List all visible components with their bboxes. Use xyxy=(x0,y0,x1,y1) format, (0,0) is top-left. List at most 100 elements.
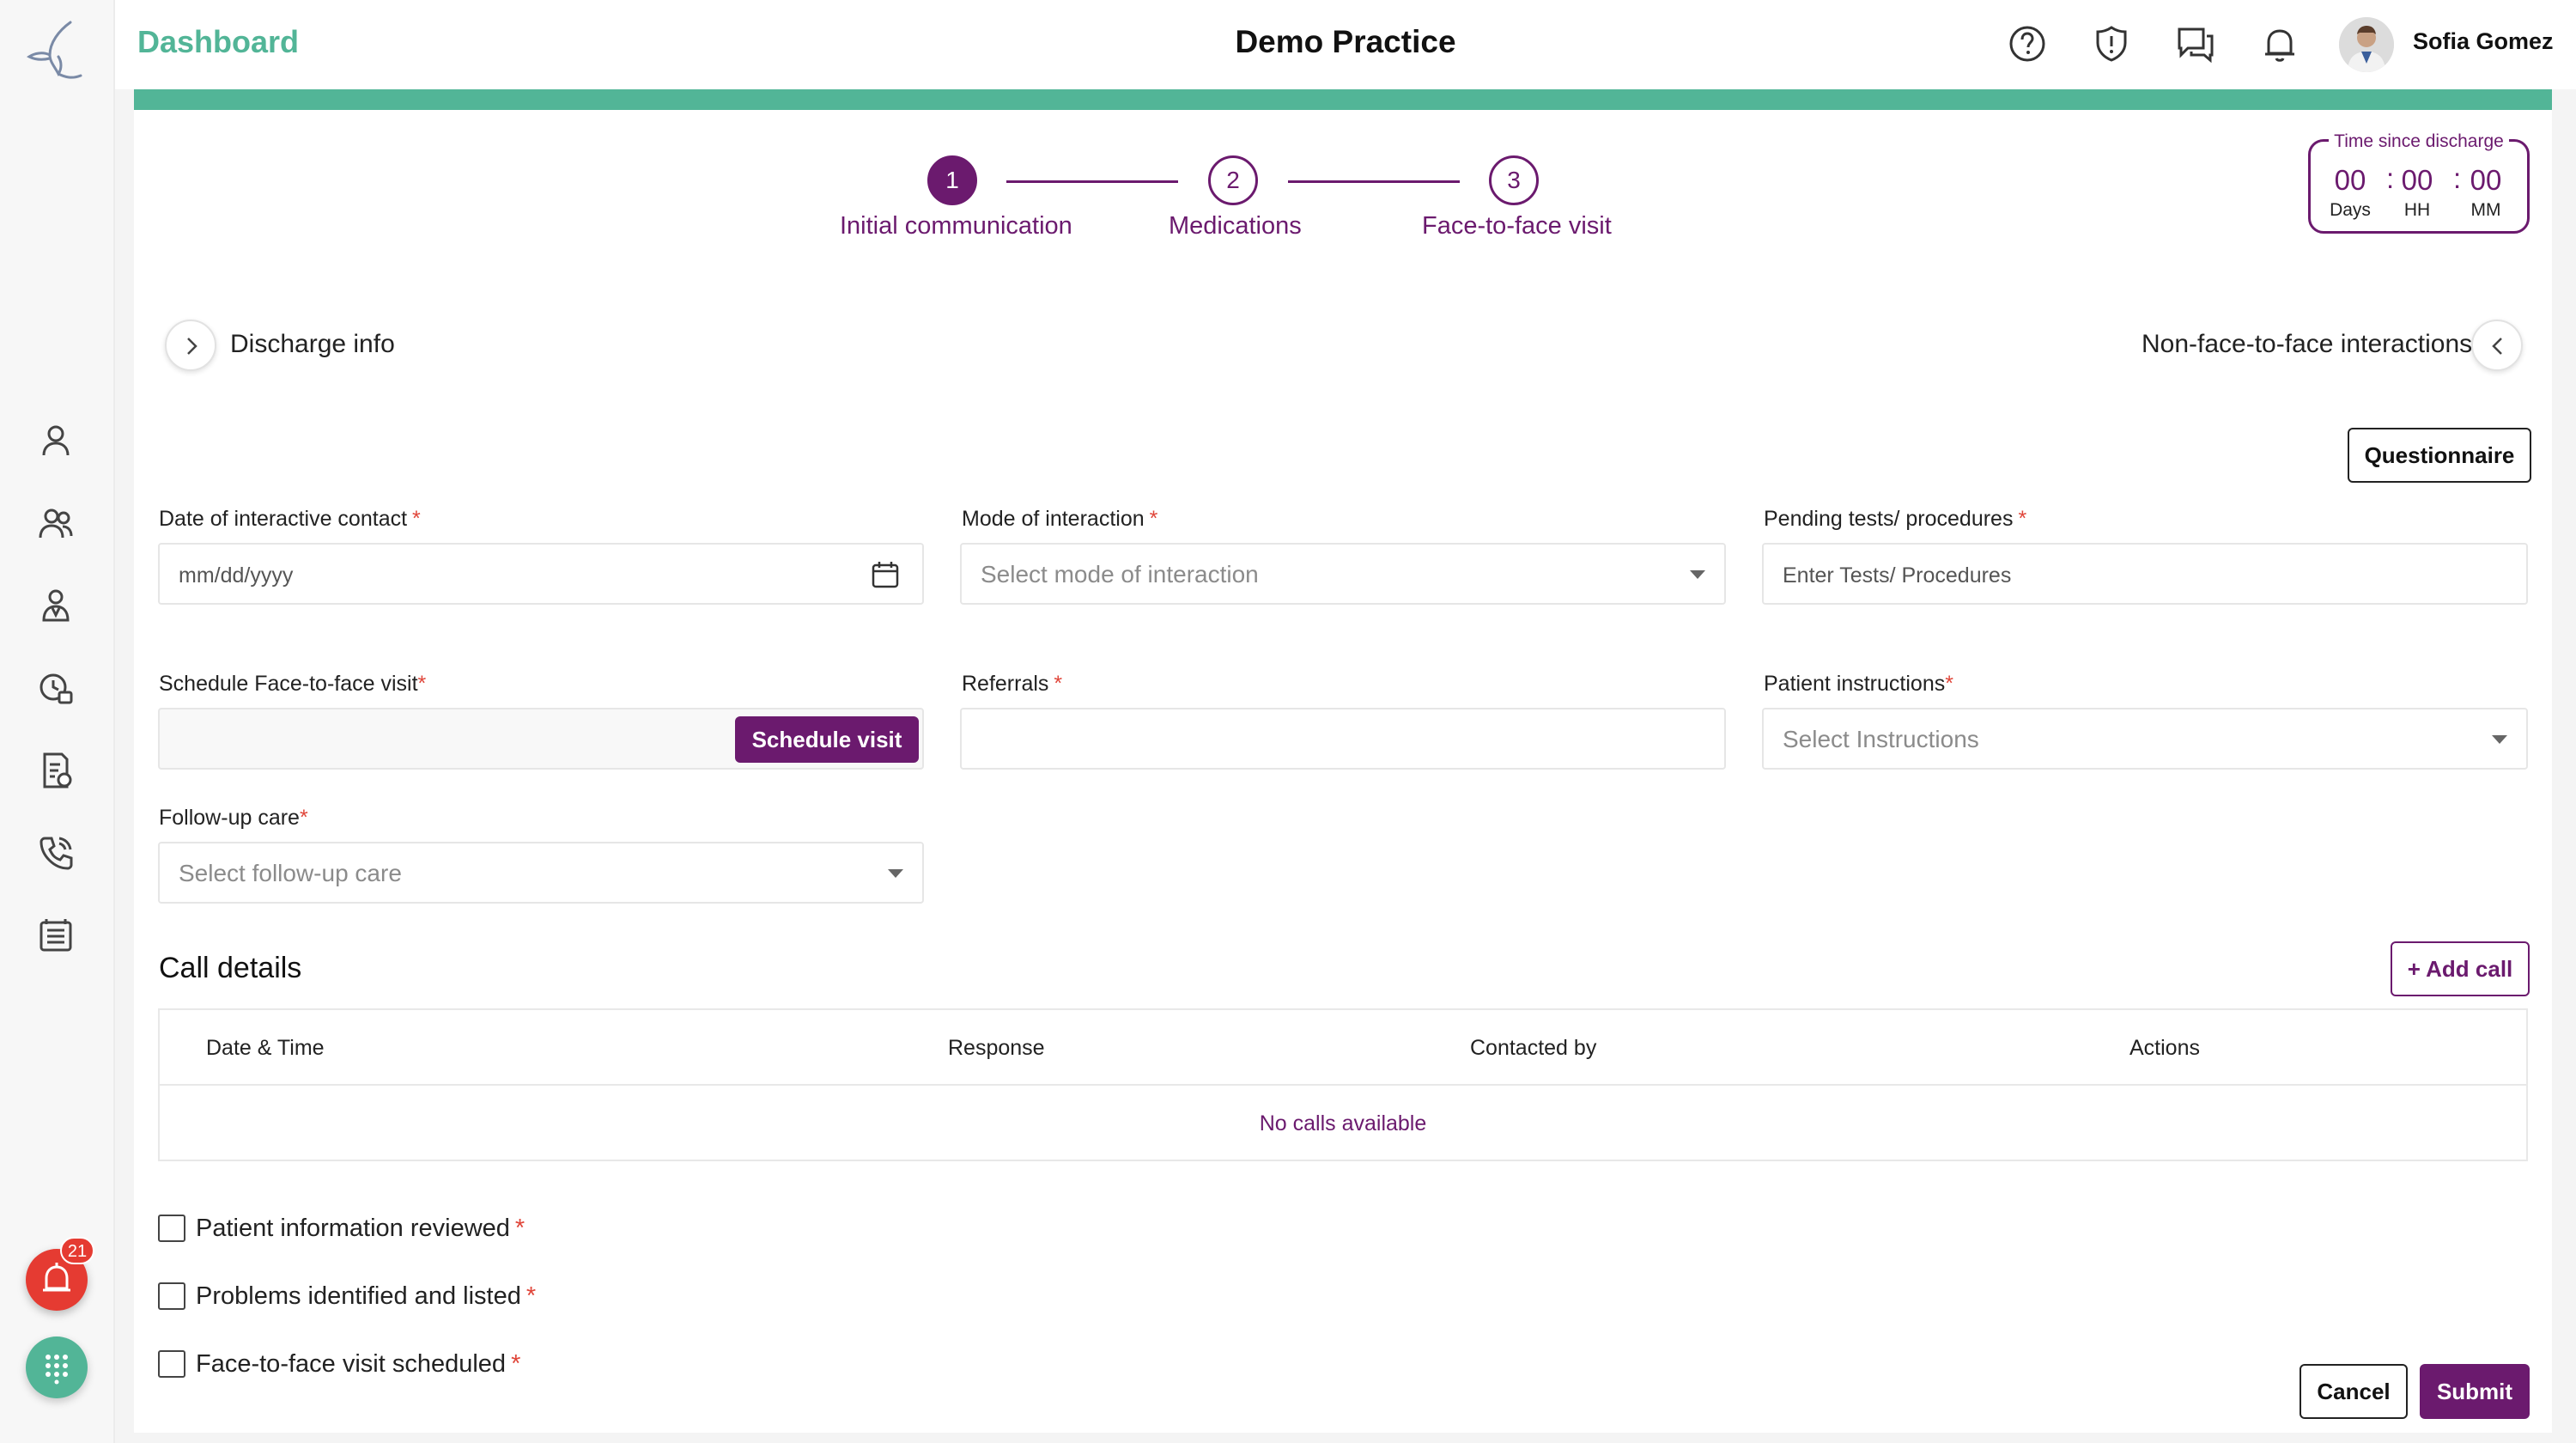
checklist-label: Problems identified and listed * xyxy=(196,1282,536,1311)
timer-hours: 00 xyxy=(2401,164,2433,196)
follow-up-care-label-text: Follow-up care xyxy=(159,806,300,830)
visit-scheduled-checkbox[interactable] xyxy=(158,1350,185,1378)
step-3-label[interactable]: Face-to-face visit xyxy=(1422,212,1612,240)
timer-minutes-label: MM xyxy=(2470,200,2501,220)
checklist-label: Patient information reviewed * xyxy=(196,1215,525,1243)
patients-group-icon[interactable] xyxy=(36,503,76,543)
required-mark: * xyxy=(2018,507,2027,531)
required-mark: * xyxy=(417,672,427,696)
date-contact-input[interactable]: mm/dd/yyyy xyxy=(158,543,924,605)
patient-instructions-label: Patient instructions* xyxy=(1764,672,1953,697)
add-call-button[interactable]: + Add call xyxy=(2391,941,2530,996)
follow-up-care-select[interactable]: Select follow-up care xyxy=(158,842,924,904)
non-face-to-face-label[interactable]: Non-face-to-face interactions xyxy=(2142,330,2472,359)
problems-identified-checkbox[interactable] xyxy=(158,1282,185,1310)
checklist-label-text: Problems identified and listed xyxy=(196,1282,521,1310)
tests-placeholder: Enter Tests/ Procedures xyxy=(1783,563,2012,588)
cancel-button[interactable]: Cancel xyxy=(2300,1364,2408,1419)
user-name[interactable]: Sofia Gomez xyxy=(2413,28,2554,55)
pending-tests-input[interactable]: Enter Tests/ Procedures xyxy=(1762,543,2528,605)
chevron-down-icon xyxy=(2492,735,2507,744)
step-2-label[interactable]: Medications xyxy=(1169,212,1302,240)
alarm-count-badge: 21 xyxy=(60,1237,94,1264)
chat-icon[interactable] xyxy=(2174,22,2217,65)
timer-days: 00 xyxy=(2334,164,2366,196)
phone-icon[interactable] xyxy=(36,833,76,873)
care-team-icon[interactable] xyxy=(36,586,76,625)
required-mark: * xyxy=(1149,507,1158,531)
reports-icon[interactable] xyxy=(36,916,76,955)
discharge-info-toggle[interactable] xyxy=(165,320,216,371)
call-details-title: Call details xyxy=(159,952,302,984)
column-header-contacted-by: Contacted by xyxy=(1470,1036,1597,1060)
bell-icon[interactable] xyxy=(2258,22,2301,65)
questionnaire-button[interactable]: Questionnaire xyxy=(2348,428,2531,483)
referrals-label: Referrals * xyxy=(962,672,1062,697)
column-header-response: Response xyxy=(948,1036,1045,1060)
dashboard-title[interactable]: Dashboard xyxy=(137,24,299,60)
mode-interaction-label: Mode of interaction * xyxy=(962,507,1157,532)
pending-tests-label: Pending tests/ procedures * xyxy=(1764,507,2026,532)
column-header-actions: Actions xyxy=(2129,1036,2200,1060)
referrals-input[interactable] xyxy=(960,708,1726,770)
app-logo-icon[interactable] xyxy=(24,17,91,86)
step-connector-1 xyxy=(1006,180,1178,183)
date-placeholder: mm/dd/yyyy xyxy=(179,563,294,588)
chevron-right-icon xyxy=(187,338,197,355)
step-3-circle[interactable]: 3 xyxy=(1489,155,1539,205)
table-divider xyxy=(160,1084,2526,1086)
sidebar: 21 xyxy=(0,0,115,1443)
date-contact-label-text: Date of interactive contact xyxy=(159,507,408,531)
dialpad-icon xyxy=(46,1355,68,1385)
help-icon[interactable] xyxy=(2006,22,2049,65)
patient-info-reviewed-checkbox[interactable] xyxy=(158,1215,185,1242)
timer-minutes: 00 xyxy=(2470,164,2502,196)
patient-instructions-label-text: Patient instructions xyxy=(1764,672,1946,696)
mode-interaction-label-text: Mode of interaction xyxy=(962,507,1145,531)
required-mark: * xyxy=(1054,672,1063,696)
checklist-label: Face-to-face visit scheduled * xyxy=(196,1350,520,1379)
required-mark: * xyxy=(514,1215,526,1242)
required-mark: * xyxy=(526,1282,537,1310)
submit-button[interactable]: Submit xyxy=(2420,1364,2530,1419)
step-1-circle[interactable]: 1 xyxy=(927,155,977,205)
instructions-placeholder: Select Instructions xyxy=(1783,726,1979,752)
patient-icon[interactable] xyxy=(36,421,76,460)
billing-icon[interactable] xyxy=(36,751,76,790)
chevron-down-icon xyxy=(888,869,903,878)
dialpad-button[interactable] xyxy=(26,1336,88,1398)
practice-name: Demo Practice xyxy=(1235,24,1456,59)
step-2-circle[interactable]: 2 xyxy=(1208,155,1258,205)
schedule-visit-button[interactable]: Schedule visit xyxy=(735,716,919,763)
required-mark: * xyxy=(511,1350,521,1378)
alarm-bell-icon xyxy=(43,1263,70,1292)
avatar[interactable] xyxy=(2339,17,2394,72)
required-mark: * xyxy=(1945,672,1953,696)
mode-interaction-select[interactable]: Select mode of interaction xyxy=(960,543,1726,605)
non-face-to-face-toggle[interactable] xyxy=(2471,320,2523,371)
timer-hours-label: HH xyxy=(2403,200,2431,220)
follow-up-care-label: Follow-up care* xyxy=(159,806,308,831)
calendar-icon[interactable] xyxy=(871,560,900,589)
timer-days-label: Days xyxy=(2330,200,2371,220)
discharge-info-label[interactable]: Discharge info xyxy=(230,330,395,359)
no-calls-message: No calls available xyxy=(1259,1111,1427,1136)
mode-placeholder: Select mode of interaction xyxy=(981,561,1259,588)
alert-shield-icon[interactable] xyxy=(2090,22,2133,65)
required-mark: * xyxy=(412,507,421,531)
required-mark: * xyxy=(299,806,308,830)
chevron-down-icon xyxy=(1690,570,1705,579)
schedule-visit-label-text: Schedule Face-to-face visit xyxy=(159,672,418,696)
chevron-left-icon xyxy=(2492,338,2502,355)
step-connector-2 xyxy=(1288,180,1460,183)
call-details-table: Date & Time Response Contacted by Action… xyxy=(158,1008,2528,1161)
column-header-date-time: Date & Time xyxy=(206,1036,325,1060)
schedule-icon[interactable] xyxy=(36,668,76,708)
timer-title-text: Time since discharge xyxy=(2329,131,2509,151)
step-1-label[interactable]: Initial communication xyxy=(840,212,1072,240)
checklist-label-text: Face-to-face visit scheduled xyxy=(196,1350,507,1378)
header-accent-bar xyxy=(134,89,2552,110)
patient-instructions-select[interactable]: Select Instructions xyxy=(1762,708,2528,770)
date-contact-label: Date of interactive contact * xyxy=(159,507,421,532)
pending-tests-label-text: Pending tests/ procedures xyxy=(1764,507,2014,531)
